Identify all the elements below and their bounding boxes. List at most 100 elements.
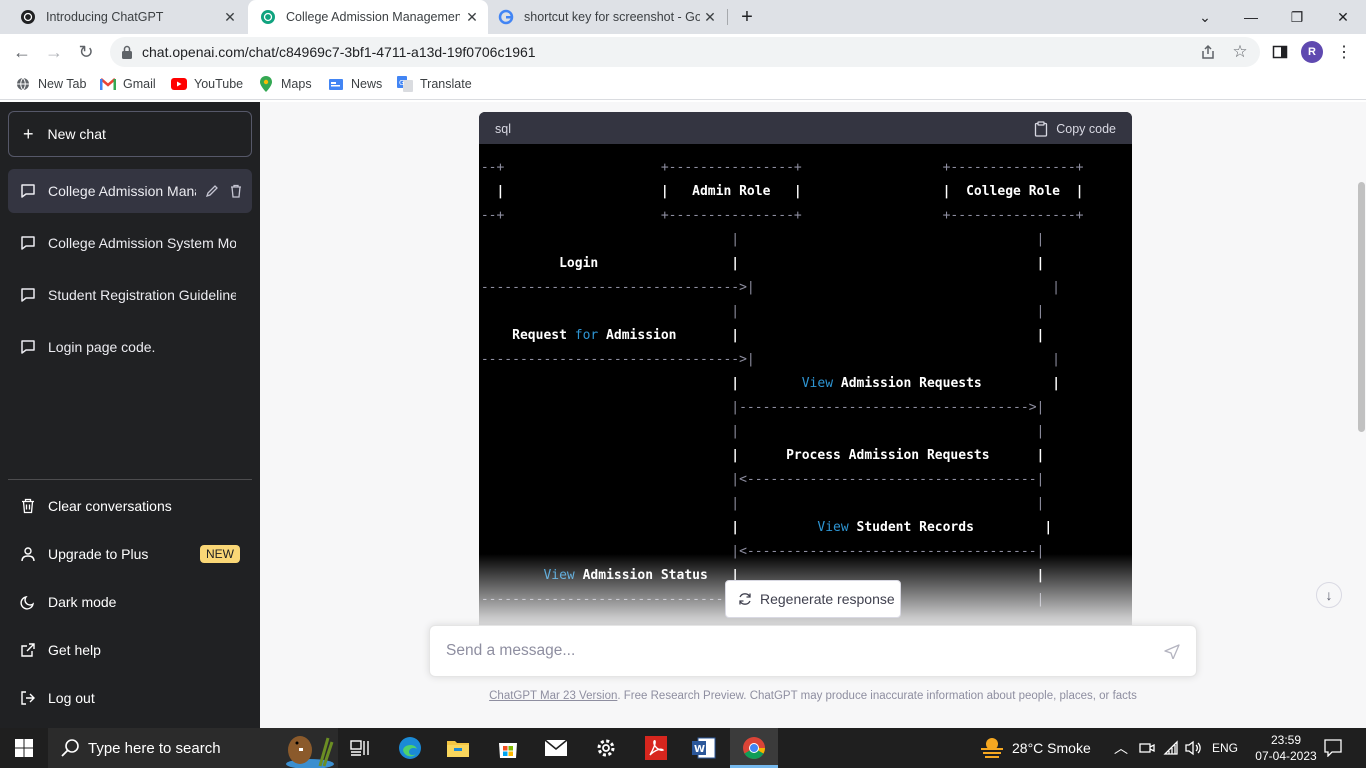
send-icon[interactable] [1164, 643, 1180, 664]
chat-bubble-icon [20, 339, 36, 355]
chat-bubble-icon [20, 183, 36, 199]
bookmark-translate[interactable]: G Translate [397, 76, 472, 92]
beaver-illustration-icon [270, 730, 336, 772]
copy-code-button[interactable]: Copy code [1034, 121, 1116, 137]
code-language-label: sql [495, 122, 511, 136]
page-scrollbar[interactable] [1358, 182, 1365, 432]
clipboard-icon [1035, 121, 1048, 137]
chat-item-student-registration[interactable]: Student Registration Guidelines [8, 273, 252, 317]
restore-button[interactable]: ❐ [1274, 0, 1320, 34]
translate-icon: G [397, 76, 413, 92]
clear-conversations-button[interactable]: Clear conversations [8, 484, 252, 528]
moon-icon [20, 594, 36, 610]
tab-search-chevron-icon[interactable]: ⌄ [1182, 0, 1228, 34]
browser-toolbar: ← → ↻ chat.openai.com/chat/c84969c7-3bf1… [0, 34, 1366, 70]
chat-item-login-page-code[interactable]: Login page code. [8, 325, 252, 369]
sidebar-divider [8, 479, 252, 480]
code-line: ---------------------------------->| | [479, 280, 1060, 295]
regenerate-response-button[interactable]: Regenerate response [725, 580, 901, 618]
chat-sidebar: + New chat College Admission Management … [0, 102, 260, 728]
windows-start-button[interactable] [0, 728, 48, 768]
taskbar-clock[interactable]: 23:59 07-04-2023 [1254, 732, 1318, 764]
new-chat-button[interactable]: + New chat [8, 111, 252, 157]
code-line: | | [479, 232, 1045, 247]
message-composer [429, 625, 1197, 677]
code-line: | | [479, 496, 1045, 511]
code-line: |------------------------------------->| [479, 400, 1045, 415]
show-hidden-icons-chevron-icon[interactable]: ︿ [1114, 728, 1128, 768]
bookmark-youtube[interactable]: YouTube [171, 76, 243, 92]
task-view-icon[interactable] [336, 728, 384, 768]
bookmark-label: News [351, 77, 383, 91]
chat-item-college-admission-system[interactable]: College Admission System Model [8, 221, 252, 265]
code-line: Login | | [479, 256, 1045, 271]
tab-college-admission[interactable]: College Admission Management ✕ [248, 0, 488, 34]
youtube-icon [171, 76, 187, 92]
close-window-button[interactable]: ✕ [1320, 0, 1366, 34]
forward-button[interactable]: → [40, 38, 68, 66]
bookmark-news[interactable]: News [328, 76, 382, 92]
menu-kebab-icon[interactable]: ⋮ [1334, 42, 1354, 62]
minimize-button[interactable]: — [1228, 0, 1274, 34]
mail-icon[interactable] [532, 728, 580, 768]
regenerate-icon [739, 593, 751, 605]
file-explorer-icon[interactable] [434, 728, 482, 768]
acrobat-reader-icon[interactable] [632, 728, 680, 768]
weather-widget[interactable]: 28°C Smoke [980, 728, 1091, 768]
google-favicon-icon [498, 9, 514, 25]
volume-icon[interactable] [1185, 728, 1203, 768]
profile-avatar[interactable]: R [1301, 41, 1323, 63]
settings-gear-icon[interactable] [582, 728, 630, 768]
tab-introducing-chatgpt[interactable]: Introducing ChatGPT ✕ [8, 0, 246, 34]
code-line: | View Student Records | [479, 520, 1053, 535]
message-input[interactable] [446, 640, 1146, 662]
dark-mode-button[interactable]: Dark mode [8, 580, 252, 624]
tab-google-search[interactable]: shortcut key for screenshot - Goo ✕ [488, 0, 726, 34]
close-tab-icon[interactable]: ✕ [702, 9, 718, 25]
reload-button[interactable]: ↻ [72, 38, 100, 66]
bookmark-label: New Tab [38, 77, 87, 91]
share-icon[interactable] [1198, 42, 1218, 62]
copy-code-label: Copy code [1056, 122, 1116, 136]
close-tab-icon[interactable]: ✕ [464, 9, 480, 25]
wifi-icon[interactable] [1163, 728, 1179, 768]
code-line: | Process Admission Requests | [479, 448, 1045, 463]
news-icon [328, 76, 344, 92]
input-language-indicator[interactable]: ENG [1212, 728, 1238, 768]
code-line: ---+ +----------------+ +---------------… [479, 160, 1084, 175]
bookmark-new-tab[interactable]: New Tab [15, 76, 86, 92]
bookmark-maps[interactable]: Maps [258, 76, 312, 92]
date-text: 07-04-2023 [1255, 749, 1317, 763]
chat-bubble-icon [20, 235, 36, 251]
maps-icon [258, 76, 274, 92]
tab-title: College Admission Management [286, 10, 460, 24]
microsoft-store-icon[interactable] [484, 728, 532, 768]
word-icon[interactable]: W [680, 728, 728, 768]
meet-now-icon[interactable] [1139, 728, 1155, 768]
log-out-label: Log out [48, 690, 95, 706]
chat-item-college-admission-management[interactable]: College Admission Management [8, 169, 252, 213]
bookmark-star-icon[interactable]: ☆ [1230, 42, 1250, 62]
get-help-link[interactable]: Get help [8, 628, 252, 672]
side-panel-icon[interactable] [1270, 42, 1290, 62]
back-button[interactable]: ← [8, 38, 36, 66]
tab-title: shortcut key for screenshot - Goo [524, 10, 700, 24]
edit-pencil-icon[interactable] [204, 183, 220, 199]
edge-browser-icon[interactable] [386, 728, 434, 768]
upgrade-label: Upgrade to Plus [48, 546, 149, 562]
trash-icon [20, 498, 36, 514]
log-out-button[interactable]: Log out [8, 676, 252, 720]
new-badge: NEW [200, 545, 240, 563]
bookmark-gmail[interactable]: Gmail [100, 76, 156, 92]
chrome-icon[interactable] [730, 728, 778, 768]
close-tab-icon[interactable]: ✕ [222, 9, 238, 25]
address-bar[interactable]: chat.openai.com/chat/c84969c7-3bf1-4711-… [110, 37, 1260, 67]
scroll-to-bottom-button[interactable]: ↓ [1316, 582, 1342, 608]
new-tab-button[interactable]: + [724, 0, 770, 34]
version-link[interactable]: ChatGPT Mar 23 Version [489, 690, 617, 702]
chat-item-label: College Admission System Model [48, 235, 236, 251]
trash-icon[interactable] [228, 183, 244, 199]
notification-center-icon[interactable] [1324, 728, 1342, 768]
upgrade-to-plus-button[interactable]: Upgrade to Plus NEW [8, 532, 252, 576]
taskbar-search-box[interactable]: Type here to search [48, 728, 338, 769]
